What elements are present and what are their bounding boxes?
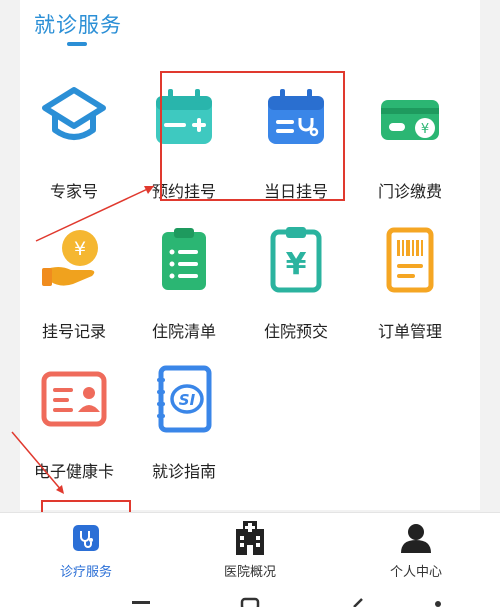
id-card-icon	[41, 371, 107, 427]
stethoscope-icon	[73, 525, 99, 551]
clipboard-list-icon	[162, 228, 206, 290]
service-label: 订单管理	[377, 322, 442, 341]
service-inpatient-list[interactable]: 住院清单	[130, 224, 238, 354]
service-label: 电子健康卡	[33, 462, 114, 481]
service-label: 挂号记录	[41, 322, 106, 341]
services-card: 就诊服务 专家号 预约挂号 当日挂号 ¥ 门诊缴费 ¥ 挂号记录 住院清单 ¥ …	[20, 0, 480, 510]
svg-text:¥: ¥	[421, 122, 429, 137]
tab-label: 个人中心	[389, 565, 442, 580]
service-label: 就诊指南	[151, 462, 216, 481]
system-nav-icons	[132, 597, 441, 607]
svg-text:SI: SI	[179, 391, 196, 409]
title-underline	[67, 42, 87, 46]
service-label: 住院预交	[263, 322, 328, 341]
service-inpatient-deposit[interactable]: ¥ 住院预交	[242, 224, 350, 354]
menu-icon	[132, 601, 150, 604]
service-label: 专家号	[49, 182, 98, 201]
si-guide-book-icon: SI	[157, 365, 212, 433]
calendar-plus-icon	[156, 89, 212, 144]
calendar-stethoscope-icon	[268, 89, 324, 144]
svg-text:¥: ¥	[74, 238, 86, 260]
card-yen-icon: ¥	[381, 100, 439, 140]
tab-personal-center[interactable]: 个人中心	[356, 513, 476, 588]
service-label: 门诊缴费	[377, 182, 442, 201]
service-health-card[interactable]: 电子健康卡	[20, 364, 128, 494]
user-icon	[401, 524, 431, 553]
tab-hospital-overview[interactable]: 医院概况	[190, 513, 310, 588]
service-appointment[interactable]: 预约挂号	[130, 84, 238, 214]
bottom-tab-bar: 诊疗服务 医院概况 个人中心	[0, 512, 500, 587]
service-label: 当日挂号	[263, 182, 328, 201]
receipt-barcode-icon	[386, 227, 434, 293]
accessibility-icon	[435, 601, 441, 607]
hospital-icon	[236, 521, 264, 555]
tab-label: 医院概况	[223, 565, 276, 580]
hand-coin-icon: ¥	[42, 230, 98, 286]
tab-diagnosis-services[interactable]: 诊疗服务	[26, 513, 146, 588]
service-visit-guide[interactable]: SI 就诊指南	[130, 364, 238, 494]
service-outpatient-payment[interactable]: ¥ 门诊缴费	[356, 84, 464, 214]
home-icon	[240, 597, 260, 607]
section-title: 就诊服务	[34, 13, 122, 37]
tab-label: 诊疗服务	[59, 565, 112, 580]
service-expert[interactable]: 专家号	[20, 84, 128, 214]
service-label: 预约挂号	[151, 182, 216, 201]
service-registration-record[interactable]: ¥ 挂号记录	[20, 224, 128, 354]
service-label: 住院清单	[151, 322, 216, 341]
graduation-cap-icon	[42, 87, 106, 140]
service-order-management[interactable]: 订单管理	[356, 224, 464, 354]
system-nav-bar	[0, 587, 500, 607]
back-icon	[353, 598, 363, 607]
service-same-day[interactable]: 当日挂号	[242, 84, 350, 214]
clipboard-yen-icon: ¥	[270, 227, 322, 293]
svg-text:¥: ¥	[286, 247, 307, 282]
